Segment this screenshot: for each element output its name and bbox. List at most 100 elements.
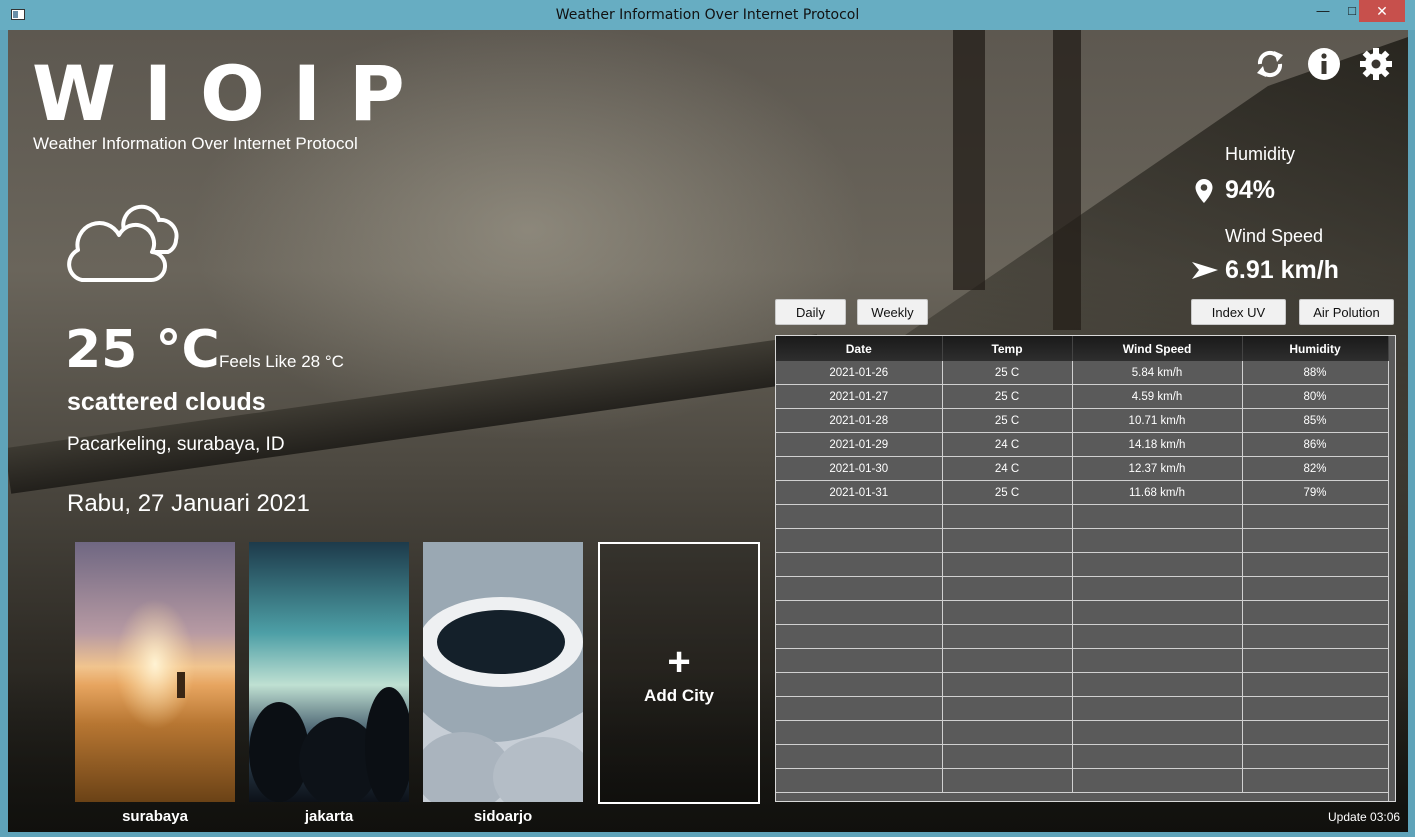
weekly-button[interactable]: Weekly [857,299,928,325]
column-header-humidity[interactable]: Humidity [1242,336,1389,361]
app-logo: WIOIP [32,49,433,138]
empty-cell [776,648,943,673]
background-tree [1053,30,1081,330]
cell-temp: 25 C [942,384,1073,409]
empty-row [776,528,1389,553]
surabaya-photo [75,542,235,802]
table-row[interactable]: 2021-01-31 25 C 11.68 km/h 79% [776,480,1389,505]
empty-cell [1072,528,1243,553]
cell-humidity: 88% [1242,361,1389,385]
empty-cell [942,672,1073,697]
cell-date: 2021-01-28 [776,408,943,433]
column-header-temp[interactable]: Temp [942,336,1073,361]
cell-humidity: 85% [1242,408,1389,433]
plus-icon: + [667,640,691,684]
empty-cell [1072,744,1243,769]
refresh-icon[interactable] [1252,46,1288,82]
cell-temp: 24 C [942,456,1073,481]
column-header-date[interactable]: Date [776,336,943,361]
empty-cell [1242,768,1389,793]
feels-like: Feels Like 28 °C [219,352,344,371]
empty-row [776,648,1389,673]
empty-row [776,720,1389,745]
city-card-jakarta[interactable] [249,542,409,802]
empty-cell [776,504,943,529]
empty-row [776,696,1389,721]
empty-cell [1242,576,1389,601]
index-uv-button[interactable]: Index UV [1191,299,1286,325]
info-icon[interactable] [1306,46,1342,82]
empty-cell [1242,552,1389,577]
minimize-icon: — [1316,3,1330,18]
empty-cell [1072,576,1243,601]
empty-cell [1242,696,1389,721]
empty-cell [1072,768,1243,793]
empty-cell [1242,720,1389,745]
empty-cell [776,576,943,601]
empty-cell [776,624,943,649]
column-header-wind-speed[interactable]: Wind Speed [1072,336,1243,361]
empty-cell [1072,624,1243,649]
empty-cell [942,576,1073,601]
table-row[interactable]: 2021-01-27 25 C 4.59 km/h 80% [776,384,1389,409]
settings-icon[interactable] [1358,46,1394,82]
table-row[interactable]: 2021-01-26 25 C 5.84 km/h 88% [776,361,1389,385]
empty-cell [942,624,1073,649]
current-temperature: 25 °C [65,320,220,380]
empty-cell [1242,528,1389,553]
cell-date: 2021-01-31 [776,480,943,505]
empty-cell [1242,672,1389,697]
empty-cell [1072,648,1243,673]
empty-cell [942,504,1073,529]
table-header-row: Date Temp Wind Speed Humidity [776,336,1389,361]
empty-cell [1242,624,1389,649]
empty-row [776,744,1389,769]
table-scrollbar[interactable] [1388,361,1395,801]
location-pin-icon [1194,178,1214,209]
city-card-sidoarjo[interactable] [423,542,583,802]
city-name-surabaya: surabaya [122,808,188,825]
empty-cell [776,600,943,625]
add-city-button[interactable]: + Add City [598,542,760,804]
city-card-surabaya[interactable] [75,542,235,802]
table-row[interactable]: 2021-01-28 25 C 10.71 km/h 85% [776,408,1389,433]
empty-cell [776,528,943,553]
empty-cell [1242,600,1389,625]
daily-button[interactable]: Daily [775,299,846,325]
humidity-value: 94% [1225,176,1276,204]
empty-cell [942,648,1073,673]
empty-row [776,768,1389,793]
empty-cell [942,600,1073,625]
empty-row [776,504,1389,529]
cell-wind-speed: 10.71 km/h [1072,408,1243,433]
cell-humidity: 80% [1242,384,1389,409]
cell-temp: 25 C [942,361,1073,385]
cell-humidity: 86% [1242,432,1389,457]
cell-wind-speed: 12.37 km/h [1072,456,1243,481]
cell-humidity: 79% [1242,480,1389,505]
update-time: Update 03:06 [1328,810,1401,824]
empty-cell [776,720,943,745]
air-pollution-button[interactable]: Air Polution [1299,299,1394,325]
empty-cell [942,552,1073,577]
maximize-icon: □ [1348,3,1356,18]
empty-cell [1072,720,1243,745]
city-name-sidoarjo: sidoarjo [473,808,533,825]
wind-speed-value: 6.91 km/h [1225,256,1339,284]
minimize-button[interactable]: — [1309,0,1337,22]
empty-table-rows [776,504,1389,793]
close-button[interactable]: ✕ [1359,0,1405,22]
empty-cell [776,768,943,793]
cell-temp: 24 C [942,432,1073,457]
table-row[interactable]: 2021-01-30 24 C 12.37 km/h 82% [776,456,1389,481]
empty-cell [1072,696,1243,721]
empty-row [776,576,1389,601]
empty-cell [776,696,943,721]
empty-cell [1072,504,1243,529]
table-row[interactable]: 2021-01-29 24 C 14.18 km/h 86% [776,432,1389,457]
forecast-table[interactable]: Date Temp Wind Speed Humidity 2021-01-26… [775,335,1396,802]
background-tree [953,30,985,290]
add-city-label: Add City [644,686,714,705]
empty-cell [1072,552,1243,577]
close-icon: ✕ [1376,3,1388,19]
